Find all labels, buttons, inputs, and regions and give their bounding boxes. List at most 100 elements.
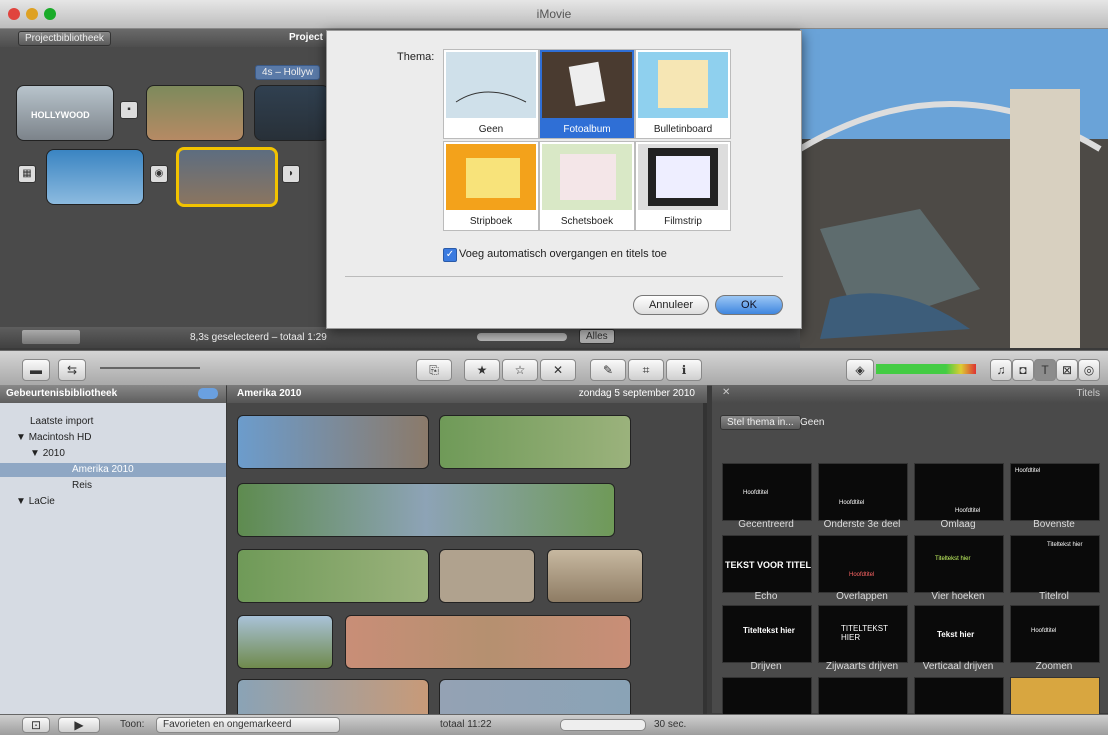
tree-item[interactable]: Laatste import: [0, 415, 226, 429]
project-clip[interactable]: [254, 85, 330, 141]
play-controls[interactable]: [22, 330, 80, 344]
tree-item-selected[interactable]: Amerika 2010: [0, 463, 226, 477]
filmstrip-clip[interactable]: [237, 615, 333, 669]
theme-preview-image: [446, 52, 536, 118]
title-thumb[interactable]: TITELTEKST HIER: [818, 605, 908, 663]
import-icon[interactable]: ⊡: [22, 717, 50, 733]
title-thumb[interactable]: Titeltekst hier: [722, 605, 812, 663]
titles-icon[interactable]: T: [1034, 359, 1056, 381]
camera-import-icon[interactable]: ▬: [22, 359, 50, 381]
theme-option[interactable]: Filmstrip: [635, 141, 731, 231]
title-thumb[interactable]: Hoofdtitel: [1010, 463, 1100, 521]
title-thumb[interactable]: [1010, 677, 1100, 715]
title-thumb[interactable]: Hoofdtitel: [722, 463, 812, 521]
project-clip[interactable]: [146, 85, 244, 141]
thumbnail-size-slider[interactable]: [100, 367, 200, 369]
filmstrip-clip[interactable]: [237, 415, 429, 469]
transitions-icon[interactable]: ⊠: [1056, 359, 1078, 381]
title-label: Vier hoeken: [931, 591, 985, 602]
main-toolbar: ▬ ⇆ ⎘ ★ ☆ ✕ ✎ ⌗ ℹ ◈ ♫ ◘ T ⊠ ◎: [0, 350, 1108, 386]
title-thumb[interactable]: Hoofdtitel: [1010, 605, 1100, 663]
photo-icon[interactable]: ◘: [1012, 359, 1034, 381]
close-icon[interactable]: ✕: [722, 387, 730, 398]
zoom-slider[interactable]: [477, 333, 567, 341]
maps-icon[interactable]: ◎: [1078, 359, 1100, 381]
theme-option[interactable]: Bulletinboard: [635, 49, 731, 139]
theme-option[interactable]: Geen: [443, 49, 539, 139]
title-thumb-text: Hoofdtitel: [849, 572, 875, 578]
filmstrip-clip[interactable]: [345, 615, 631, 669]
auto-transitions-checkbox[interactable]: ✓: [443, 248, 457, 262]
project-library-button[interactable]: Projectbibliotheek: [18, 31, 111, 46]
tree-item[interactable]: ▼ Macintosh HD: [0, 431, 226, 445]
show-filter-select[interactable]: Favorieten en ongemarkeerd: [156, 717, 340, 733]
transition-icon[interactable]: ◉: [150, 165, 168, 183]
dialog-divider: [345, 276, 783, 277]
title-thumb[interactable]: TEKST VOOR TITEL: [722, 535, 812, 593]
mark-favorite-icon[interactable]: ★: [464, 359, 500, 381]
add-to-project-icon[interactable]: ⎘: [416, 359, 452, 381]
project-title: Project: [289, 32, 323, 43]
theme-option-selected[interactable]: Fotoalbum: [539, 49, 635, 139]
transition-icon[interactable]: ▪: [120, 101, 138, 119]
grid-icon[interactable]: ▦: [18, 165, 36, 183]
viewer-image: [798, 29, 1108, 348]
play-event-icon[interactable]: ▶: [58, 717, 100, 733]
zoom-bar: Alles: [327, 327, 800, 348]
swap-icon[interactable]: ⇆: [58, 359, 86, 381]
title-thumb[interactable]: Tekst hier: [914, 605, 1004, 663]
filmstrip-clip[interactable]: [439, 549, 535, 603]
tree-item[interactable]: Reis: [0, 479, 226, 493]
filmstrip-clip[interactable]: [237, 483, 615, 537]
filmstrip-clip[interactable]: [439, 415, 631, 469]
title-thumb[interactable]: Hoofdtitel: [818, 535, 908, 593]
title-thumb[interactable]: [914, 677, 1004, 715]
music-icon[interactable]: ♫: [990, 359, 1012, 381]
theme-dialog: Thema: Geen Fotoalbum Bulletinboard Stri…: [326, 30, 802, 329]
filmstrip-clip[interactable]: [547, 549, 643, 603]
selected-project-clip[interactable]: [176, 147, 278, 207]
title-thumb-text: Titeltekst hier: [743, 626, 795, 635]
set-theme-button[interactable]: Stel thema in...: [720, 415, 801, 430]
drive-toggle-icon[interactable]: [198, 388, 218, 399]
theme-option[interactable]: Schetsboek: [539, 141, 635, 231]
theme-preview-image: [542, 52, 632, 118]
audio-levels-icon[interactable]: ◈: [846, 359, 874, 381]
title-label: Overlappen: [836, 591, 888, 602]
title-thumb[interactable]: Hoofdtitel: [818, 463, 908, 521]
title-label: Zoomen: [1035, 661, 1073, 672]
tree-item[interactable]: ▼ 2010: [0, 447, 226, 461]
event-title: Amerika 2010: [237, 388, 302, 399]
reject-icon[interactable]: ✕: [540, 359, 576, 381]
transition-icon[interactable]: ◗: [282, 165, 300, 183]
title-thumb[interactable]: Hoofdtitel: [914, 463, 1004, 521]
project-clip[interactable]: [46, 149, 144, 205]
project-clip[interactable]: HOLLYWOOD: [16, 85, 114, 141]
filmstrip-clip[interactable]: [237, 549, 429, 603]
browser-scrollbar[interactable]: [703, 403, 707, 714]
dropper-icon[interactable]: ✎: [590, 359, 626, 381]
title-thumb[interactable]: Titeltekst hier: [914, 535, 1004, 593]
info-icon[interactable]: ℹ: [666, 359, 702, 381]
selection-status: 8,3s geselecteerd – totaal 1:29: [190, 332, 327, 343]
title-thumb-text: Hoofdtitel: [743, 490, 769, 496]
title-thumb[interactable]: Titeltekst hier: [1010, 535, 1100, 593]
zoom-all-label[interactable]: Alles: [579, 329, 615, 344]
unmark-icon[interactable]: ☆: [502, 359, 538, 381]
bottom-bar: ⊡ ▶ Toon: Favorieten en ongemarkeerd tot…: [0, 714, 1108, 735]
ok-button[interactable]: OK: [715, 295, 783, 315]
tree-item[interactable]: ▼ LaCie: [0, 495, 226, 509]
cancel-button[interactable]: Annuleer: [633, 295, 709, 315]
title-thumb[interactable]: [818, 677, 908, 715]
event-date: zondag 5 september 2010: [578, 388, 695, 399]
thumbnail-duration-slider[interactable]: [560, 719, 646, 731]
title-label: Drijven: [750, 661, 782, 672]
project-status-bar: 8,3s geselecteerd – totaal 1:29: [0, 327, 327, 348]
title-label: Verticaal drijven: [922, 661, 994, 672]
title-thumb[interactable]: [722, 677, 812, 715]
theme-preview-image: [446, 144, 536, 210]
theme-option[interactable]: Stripboek: [443, 141, 539, 231]
show-filter-value: Favorieten en ongemarkeerd: [163, 719, 292, 730]
crop-icon[interactable]: ⌗: [628, 359, 664, 381]
theme-name: Geen: [478, 124, 504, 135]
